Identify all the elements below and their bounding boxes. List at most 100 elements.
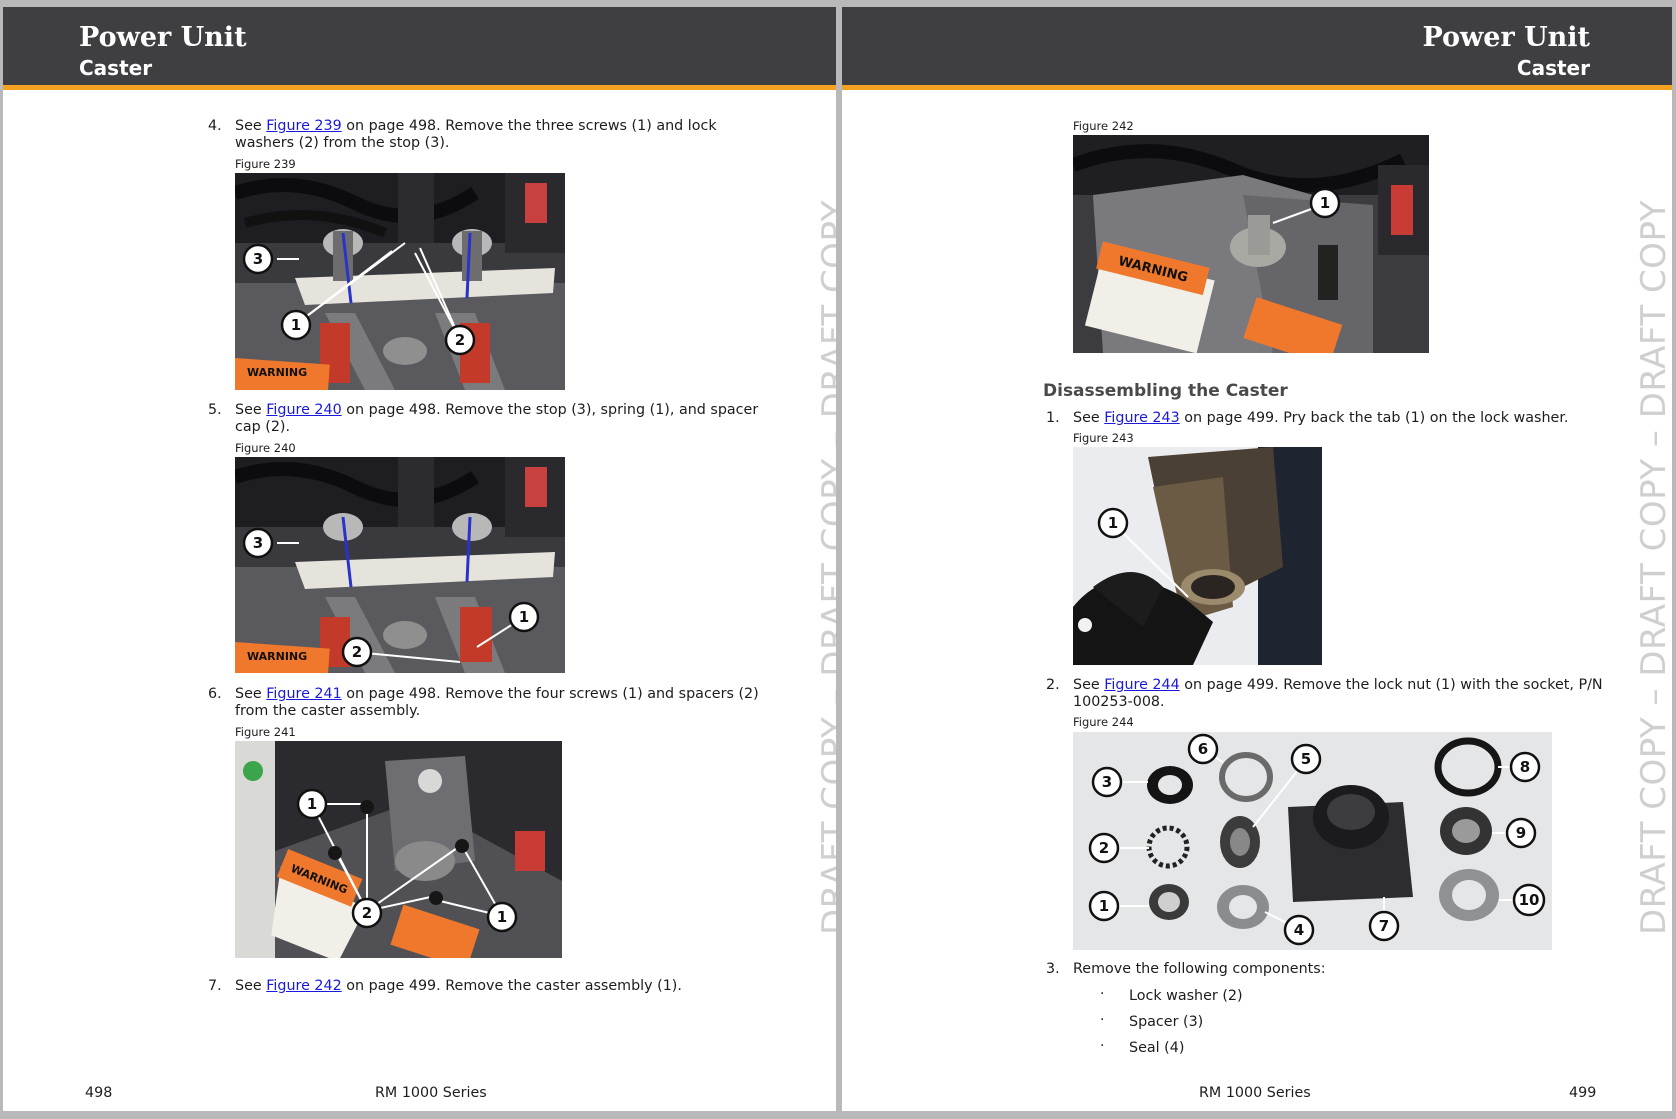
list-item-text: Spacer (3) (1129, 1014, 1204, 1030)
list-item: · Lock washer (2) (1100, 986, 1243, 1004)
svg-text:8: 8 (1520, 758, 1530, 776)
svg-text:9: 9 (1516, 824, 1526, 842)
figure-243-photo: 1 (1073, 447, 1322, 665)
figure-link[interactable]: Figure 240 (266, 402, 341, 418)
svg-text:4: 4 (1294, 921, 1304, 939)
callout-9: 9 (1505, 817, 1537, 849)
callout-1: 1 (508, 601, 540, 633)
svg-text:2: 2 (362, 904, 372, 922)
step-text: on page 499. Pry back the tab (1) on the… (1179, 410, 1569, 426)
callout-1: 1 (1097, 507, 1129, 539)
figure-label: Figure 243 (1073, 431, 1134, 445)
step-1: 1. See Figure 243 on page 499. Pry back … (1046, 410, 1603, 427)
callout-2: 2 (341, 636, 373, 668)
step-text: See (1073, 677, 1105, 693)
callout-8: 8 (1509, 751, 1541, 783)
list-item-text: Seal (4) (1129, 1040, 1185, 1056)
svg-text:1: 1 (1320, 194, 1330, 212)
page-header: Power Unit Caster (842, 7, 1672, 90)
figure-link[interactable]: Figure 243 (1104, 410, 1179, 426)
svg-text:2: 2 (352, 643, 362, 661)
step-number: 7. (208, 978, 222, 994)
header-subtitle: Caster (79, 56, 153, 80)
step-text: on page 499. Remove the caster assembly … (341, 978, 682, 994)
figure-240-photo: WARNING 3 1 2 (235, 457, 565, 673)
figure-label: Figure 244 (1073, 715, 1134, 729)
header-title: Power Unit (1422, 22, 1590, 53)
page-498: Power Unit Caster 4. See Figure 239 on p… (3, 7, 836, 1111)
callout-1: 1 (280, 309, 312, 341)
svg-text:3: 3 (253, 534, 263, 552)
footer-series: RM 1000 Series (1199, 1085, 1311, 1101)
callout-3: 3 (242, 243, 274, 275)
step-7: 7. See Figure 242 on page 499. Remove th… (208, 978, 775, 995)
figure-label: Figure 241 (235, 725, 296, 739)
svg-text:3: 3 (253, 250, 263, 268)
callout-1: 1 (486, 901, 518, 933)
step-number: 4. (208, 118, 222, 134)
callout-3: 3 (1091, 766, 1123, 798)
figure-label: Figure 242 (1073, 119, 1134, 133)
callout-6: 6 (1187, 733, 1219, 765)
page-number: 498 (85, 1085, 113, 1101)
callout-5: 5 (1290, 743, 1322, 775)
figure-label: Figure 240 (235, 441, 296, 455)
step-text: Remove the following components: (1073, 961, 1326, 977)
callout-3: 3 (242, 527, 274, 559)
step-5: 5. See Figure 240 on page 498. Remove th… (208, 402, 775, 436)
step-text: See (235, 686, 267, 702)
step-text: See (235, 978, 267, 994)
warning-label-text: WARNING (247, 366, 307, 379)
warning-label-text: WARNING (247, 650, 307, 663)
svg-text:1: 1 (307, 795, 317, 813)
figure-link[interactable]: Figure 242 (266, 978, 341, 994)
header-title: Power Unit (79, 22, 247, 53)
page-header: Power Unit Caster (3, 7, 836, 90)
svg-text:7: 7 (1379, 917, 1389, 935)
step-3: 3. Remove the following components: (1046, 961, 1603, 978)
svg-text:1: 1 (1099, 897, 1109, 915)
svg-text:2: 2 (455, 331, 465, 349)
page-499: Power Unit Caster Figure 242 WARNING 1 D… (842, 7, 1672, 1111)
figure-244-photo: 3 2 1 6 5 4 7 8 9 10 (1073, 732, 1552, 950)
svg-text:1: 1 (497, 908, 507, 926)
callout-2: 2 (444, 324, 476, 356)
figure-241-photo: WARNING 1 2 1 (235, 741, 562, 958)
svg-text:6: 6 (1198, 740, 1208, 758)
callout-1: 1 (1309, 187, 1341, 219)
figure-239-photo: WARNING 3 1 2 (235, 173, 565, 390)
callout-10: 10 (1512, 883, 1546, 917)
draft-watermark: DRAFT COPY – DRAFT COPY – DRAFT COPY (1634, 200, 1672, 935)
svg-text:5: 5 (1301, 750, 1311, 768)
step-number: 5. (208, 402, 222, 418)
step-number: 2. (1046, 677, 1060, 693)
step-text: See (1073, 410, 1105, 426)
svg-text:2: 2 (1099, 839, 1109, 857)
step-6: 6. See Figure 241 on page 498. Remove th… (208, 686, 775, 720)
page-number: 499 (1569, 1085, 1597, 1101)
figure-label: Figure 239 (235, 157, 296, 171)
step-number: 1. (1046, 410, 1060, 426)
svg-text:1: 1 (1108, 514, 1118, 532)
figure-link[interactable]: Figure 241 (266, 686, 341, 702)
svg-text:10: 10 (1519, 891, 1540, 909)
figure-242-photo: WARNING 1 (1073, 135, 1429, 353)
figure-link[interactable]: Figure 244 (1104, 677, 1179, 693)
callout-4: 4 (1283, 914, 1315, 946)
draft-watermark: DRAFT COPY – DRAFT COPY – DRAFT COPY (815, 200, 836, 935)
section-heading: Disassembling the Caster (1043, 381, 1288, 401)
callout-2: 2 (351, 897, 383, 929)
step-text: See (235, 402, 267, 418)
step-4: 4. See Figure 239 on page 498. Remove th… (208, 118, 775, 152)
header-subtitle: Caster (1516, 56, 1590, 80)
footer-series: RM 1000 Series (375, 1085, 487, 1101)
figure-link[interactable]: Figure 239 (266, 118, 341, 134)
callout-1: 1 (1088, 890, 1120, 922)
svg-text:1: 1 (291, 316, 301, 334)
list-item: · Seal (4) (1100, 1038, 1185, 1056)
step-number: 3. (1046, 961, 1060, 977)
svg-text:3: 3 (1102, 773, 1112, 791)
step-number: 6. (208, 686, 222, 702)
step-text: See (235, 118, 267, 134)
svg-text:1: 1 (519, 608, 529, 626)
